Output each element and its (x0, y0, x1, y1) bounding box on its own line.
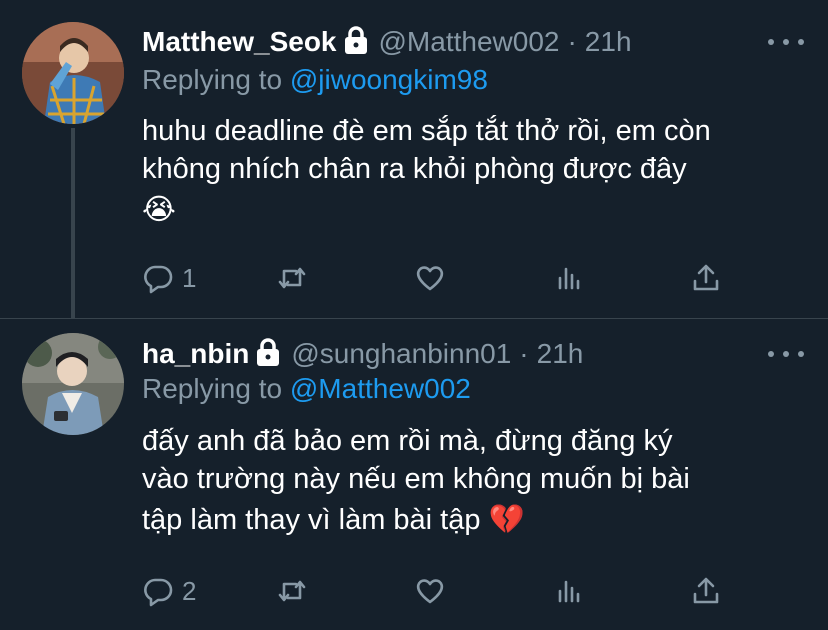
reply-count: 1 (182, 262, 197, 293)
tweet-text-line: tập làm thay vì làm bài tập (142, 504, 481, 536)
tweet-header: Matthew_Seok @Matthew002 · 21h (142, 22, 632, 62)
stats-button[interactable] (554, 571, 586, 611)
like-icon (416, 579, 444, 604)
separator-dot: · (519, 338, 529, 369)
stats-icon (558, 267, 580, 290)
reply-count: 2 (182, 575, 197, 606)
retweet-icon (278, 267, 306, 289)
more-icon[interactable] (768, 344, 804, 364)
tweet-header: ha_nbin @sunghanbinn01 · 21h (142, 334, 583, 374)
replying-prefix: Replying to (142, 373, 290, 404)
reply-button[interactable]: 2 (142, 571, 196, 611)
user-handle[interactable]: @Matthew002 (379, 26, 560, 58)
reply-icon (144, 578, 173, 607)
tweet[interactable]: ha_nbin @sunghanbinn01 · 21h Replying to… (0, 318, 828, 630)
lock-icon (255, 337, 281, 367)
avatar[interactable] (22, 333, 124, 435)
mention-link[interactable]: @Matthew002 (290, 373, 471, 404)
tweet-text-line: đấy anh đã bảo em rồi mà, đừng đăng ký (142, 425, 673, 457)
tweet-text: huhu deadline đè em sắp tắt thở rồi, em … (142, 112, 802, 232)
tweet-text-line: huhu deadline đè em sắp tắt thở rồi, em … (142, 115, 711, 147)
like-button[interactable] (414, 571, 446, 611)
tweet-text-line: vào trường này nếu em không muốn bị bài (142, 463, 690, 495)
stats-button[interactable] (554, 258, 586, 298)
thread-line (71, 128, 75, 318)
like-button[interactable] (414, 258, 446, 298)
share-button[interactable] (690, 571, 722, 611)
replying-to: Replying to @jiwoongkim98 (142, 64, 488, 96)
tweet-text-line: không nhích chân ra khỏi phòng được đây (142, 153, 687, 185)
display-name[interactable]: ha_nbin (142, 338, 249, 370)
share-icon (693, 264, 719, 291)
action-bar: 1 (142, 258, 732, 298)
share-icon (693, 577, 719, 604)
more-icon[interactable] (768, 32, 804, 52)
user-handle[interactable]: @sunghanbinn01 (291, 338, 511, 370)
timestamp[interactable]: 21h (585, 26, 632, 58)
timestamp[interactable]: 21h (537, 338, 584, 370)
like-icon (416, 266, 444, 291)
reply-button[interactable]: 1 (142, 258, 196, 298)
tweet-text: đấy anh đã bảo em rồi mà, đừng đăng ký v… (142, 422, 802, 542)
share-button[interactable] (690, 258, 722, 298)
lock-icon (343, 25, 369, 55)
replying-prefix: Replying to (142, 64, 290, 95)
retweet-button[interactable] (276, 258, 308, 298)
separator-dot: · (567, 26, 577, 57)
broken-heart-emoji-icon: 💔 (488, 504, 525, 536)
stats-icon (558, 580, 580, 603)
crying-emoji-icon: 😭 (142, 194, 176, 226)
retweet-icon (278, 580, 306, 602)
replying-to: Replying to @Matthew002 (142, 373, 471, 405)
mention-link[interactable]: @jiwoongkim98 (290, 64, 488, 95)
action-bar: 2 (142, 571, 732, 611)
display-name[interactable]: Matthew_Seok (142, 26, 337, 58)
retweet-button[interactable] (276, 571, 308, 611)
tweet[interactable]: Matthew_Seok @Matthew002 · 21h Replying … (0, 0, 828, 318)
reply-icon (144, 265, 173, 294)
avatar[interactable] (22, 22, 124, 124)
